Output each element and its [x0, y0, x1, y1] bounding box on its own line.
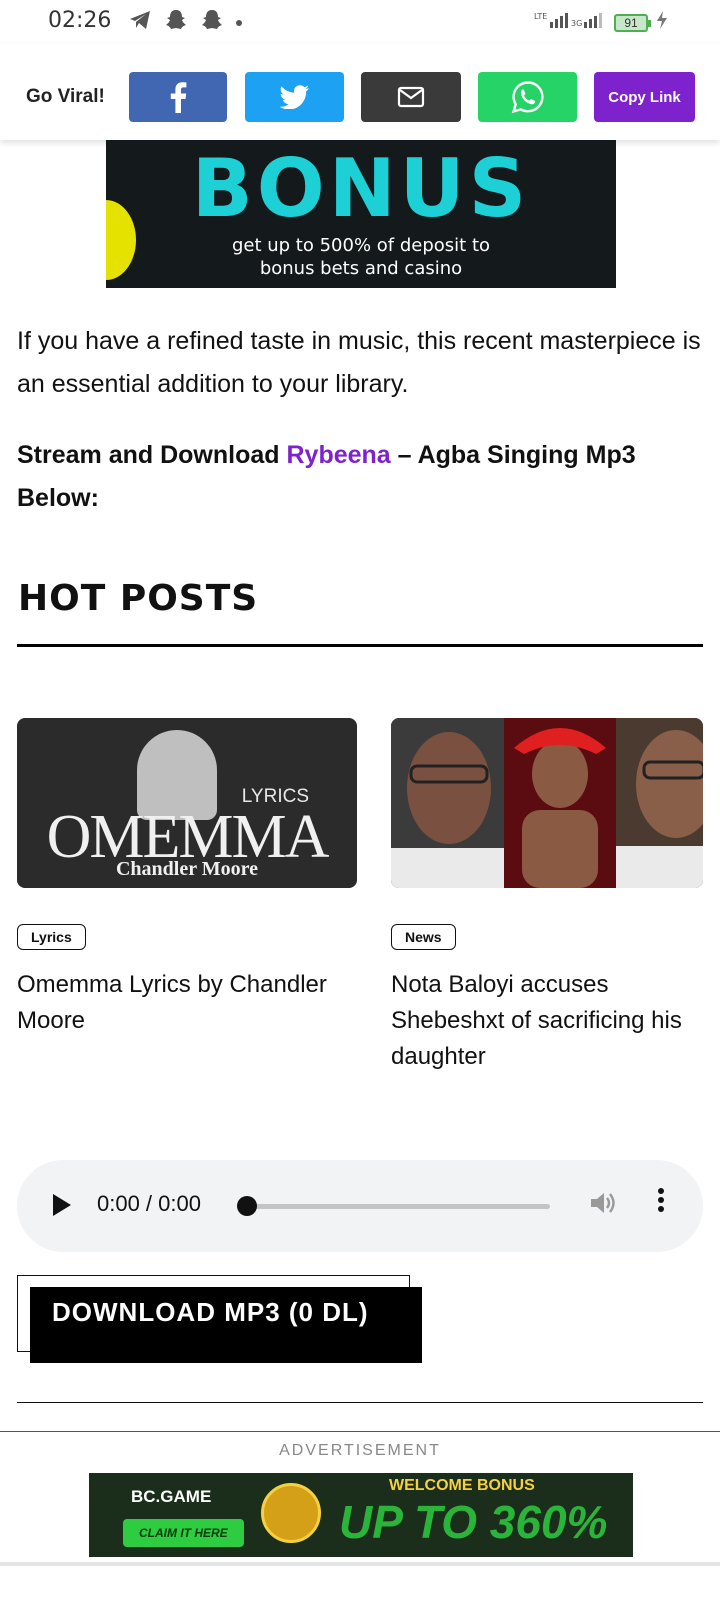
category-tag[interactable]: News	[391, 924, 456, 950]
post-thumbnail[interactable]	[391, 718, 703, 888]
twitter-icon	[279, 85, 309, 109]
battery-icon: 91	[614, 13, 651, 32]
svg-text:LTE: LTE	[534, 12, 547, 21]
post-title[interactable]: Nota Baloyi accuses Shebeshxt of sacrifi…	[391, 967, 703, 1075]
bc-game-ad-banner[interactable]: BC.GAME CLAIM IT HERE WELCOME BONUS UP T…	[89, 1473, 633, 1557]
bc-game-logo: BC.GAME	[131, 1487, 212, 1506]
playback-time: 0:00 / 0:00	[97, 1191, 201, 1216]
twitter-share-button[interactable]	[245, 72, 344, 122]
post-card[interactable]: LYRICS OMEMMA Chandler Moore Lyrics Omem…	[17, 718, 357, 1039]
whatsapp-share-button[interactable]	[478, 72, 577, 122]
hot-posts-heading: HOT POSTS	[18, 578, 259, 619]
telegram-icon	[128, 9, 152, 36]
copy-link-button[interactable]: Copy Link	[594, 72, 695, 122]
download-mp3-button[interactable]: DOWNLOAD MP3 (0 DL)	[30, 1287, 422, 1363]
bottom-edge	[0, 1562, 720, 1566]
snapchat-icon	[200, 8, 224, 37]
notification-icons	[128, 8, 242, 37]
bonus-ad-subtitle-line2: bonus bets and casino	[259, 258, 463, 279]
play-icon[interactable]	[53, 1194, 71, 1216]
bonus-offer-text: UP TO 360%	[339, 1496, 608, 1548]
claim-button[interactable]: CLAIM IT HERE	[123, 1519, 244, 1547]
facebook-icon	[170, 82, 187, 113]
status-time: 02:26	[48, 8, 112, 33]
svg-text:3G: 3G	[571, 19, 582, 28]
more-options-icon[interactable]	[657, 1186, 665, 1221]
photo-panel	[616, 718, 703, 888]
bonus-ad-subtitle: get up to 500% of deposit to bonus bets …	[106, 234, 616, 280]
status-bar: 02:26 LTE 3G 91	[0, 0, 720, 44]
audio-player: 0:00 / 0:00	[17, 1160, 703, 1252]
post-thumbnail[interactable]: LYRICS OMEMMA Chandler Moore	[17, 718, 357, 888]
coin-graphic	[261, 1483, 321, 1543]
stream-download-line: Stream and Download Rybeena – Agba Singi…	[17, 434, 707, 520]
facebook-share-button[interactable]	[129, 72, 227, 122]
photo-panel	[391, 718, 504, 888]
heading-divider	[17, 644, 703, 647]
seek-bar[interactable]	[248, 1204, 550, 1209]
mail-icon	[397, 86, 425, 108]
bonus-ad-banner[interactable]: BONUS get up to 500% of deposit to bonus…	[106, 140, 616, 288]
dot-icon	[236, 19, 242, 26]
seek-knob[interactable]	[237, 1196, 257, 1216]
stream-prefix: Stream and Download	[17, 441, 287, 469]
share-bar: Go Viral! Copy Link	[0, 44, 720, 140]
post-title[interactable]: Omemma Lyrics by Chandler Moore	[17, 967, 357, 1039]
welcome-bonus-text: WELCOME BONUS	[389, 1477, 535, 1494]
divider	[17, 1402, 703, 1403]
post-card[interactable]: News Nota Baloyi accuses Shebeshxt of sa…	[391, 718, 703, 1075]
category-tag[interactable]: Lyrics	[17, 924, 86, 950]
advertisement-label: ADVERTISEMENT	[279, 1442, 441, 1459]
divider	[0, 1431, 720, 1432]
charging-icon	[656, 10, 668, 35]
go-viral-label: Go Viral!	[26, 86, 105, 107]
snapchat-icon	[164, 8, 188, 37]
bonus-ad-title: BONUS	[191, 142, 531, 235]
system-status: LTE 3G 91	[534, 10, 668, 35]
article-paragraph: If you have a refined taste in music, th…	[17, 327, 701, 398]
volume-icon[interactable]	[589, 1190, 617, 1223]
photo-panel	[504, 718, 616, 888]
bonus-ad-subtitle-line1: get up to 500% of deposit to	[231, 235, 491, 256]
artist-link[interactable]: Rybeena	[286, 441, 390, 469]
whatsapp-icon	[511, 81, 544, 114]
email-share-button[interactable]	[361, 72, 461, 122]
thumbnail-artist-text: Chandler Moore	[115, 858, 259, 880]
signal-icon: LTE 3G	[534, 10, 606, 35]
